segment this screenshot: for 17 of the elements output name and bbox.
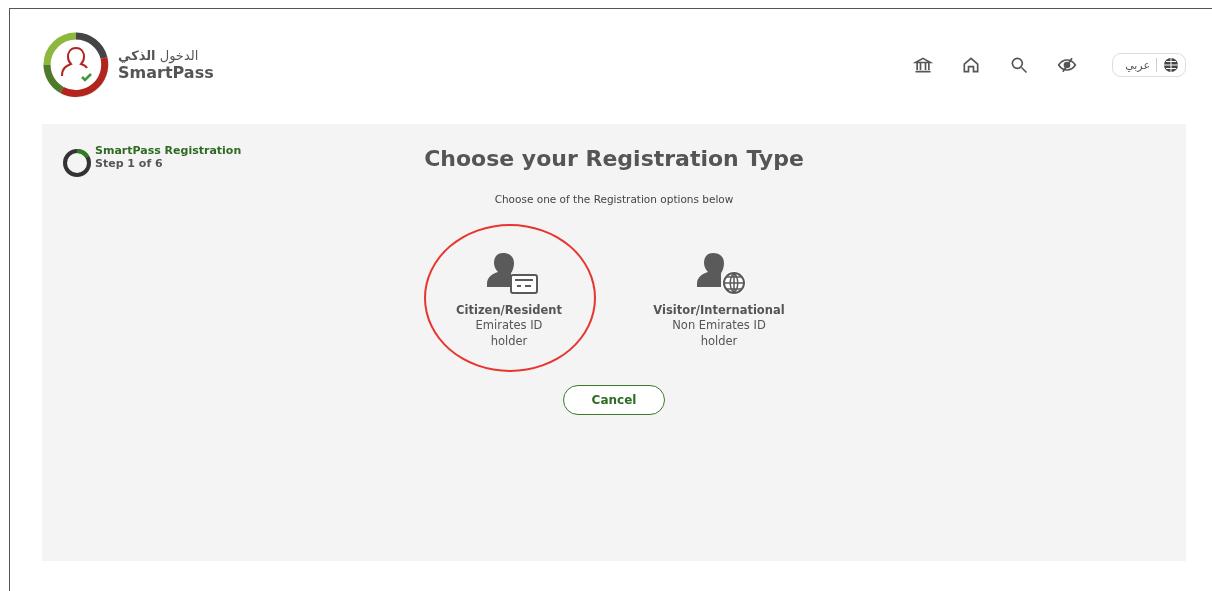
language-button[interactable]: عربي (1112, 53, 1186, 77)
eye-slash-icon (1057, 55, 1078, 75)
globe-icon (1163, 57, 1179, 73)
search-icon (1009, 55, 1030, 75)
registration-option[interactable]: Visitor/International Non Emirates ID holder (649, 247, 789, 349)
page-title: Choose your Registration Type (424, 146, 804, 171)
progress-ring (62, 148, 92, 178)
logo-name: SmartPass (118, 63, 214, 82)
logo-arabic-text: الدخول الذكي (118, 48, 199, 63)
page-subtitle: Choose one of the Registration options below (494, 193, 734, 205)
building-icon (913, 55, 934, 75)
progress-title: SmartPass Registration (95, 144, 242, 157)
logo-icon (42, 31, 110, 99)
progress-step: Step 1 of 6 (95, 157, 242, 170)
home-icon (961, 55, 982, 75)
cancel-button[interactable]: Cancel (562, 385, 666, 415)
registration-option[interactable]: Citizen/Resident Emirates ID holder (439, 247, 579, 349)
